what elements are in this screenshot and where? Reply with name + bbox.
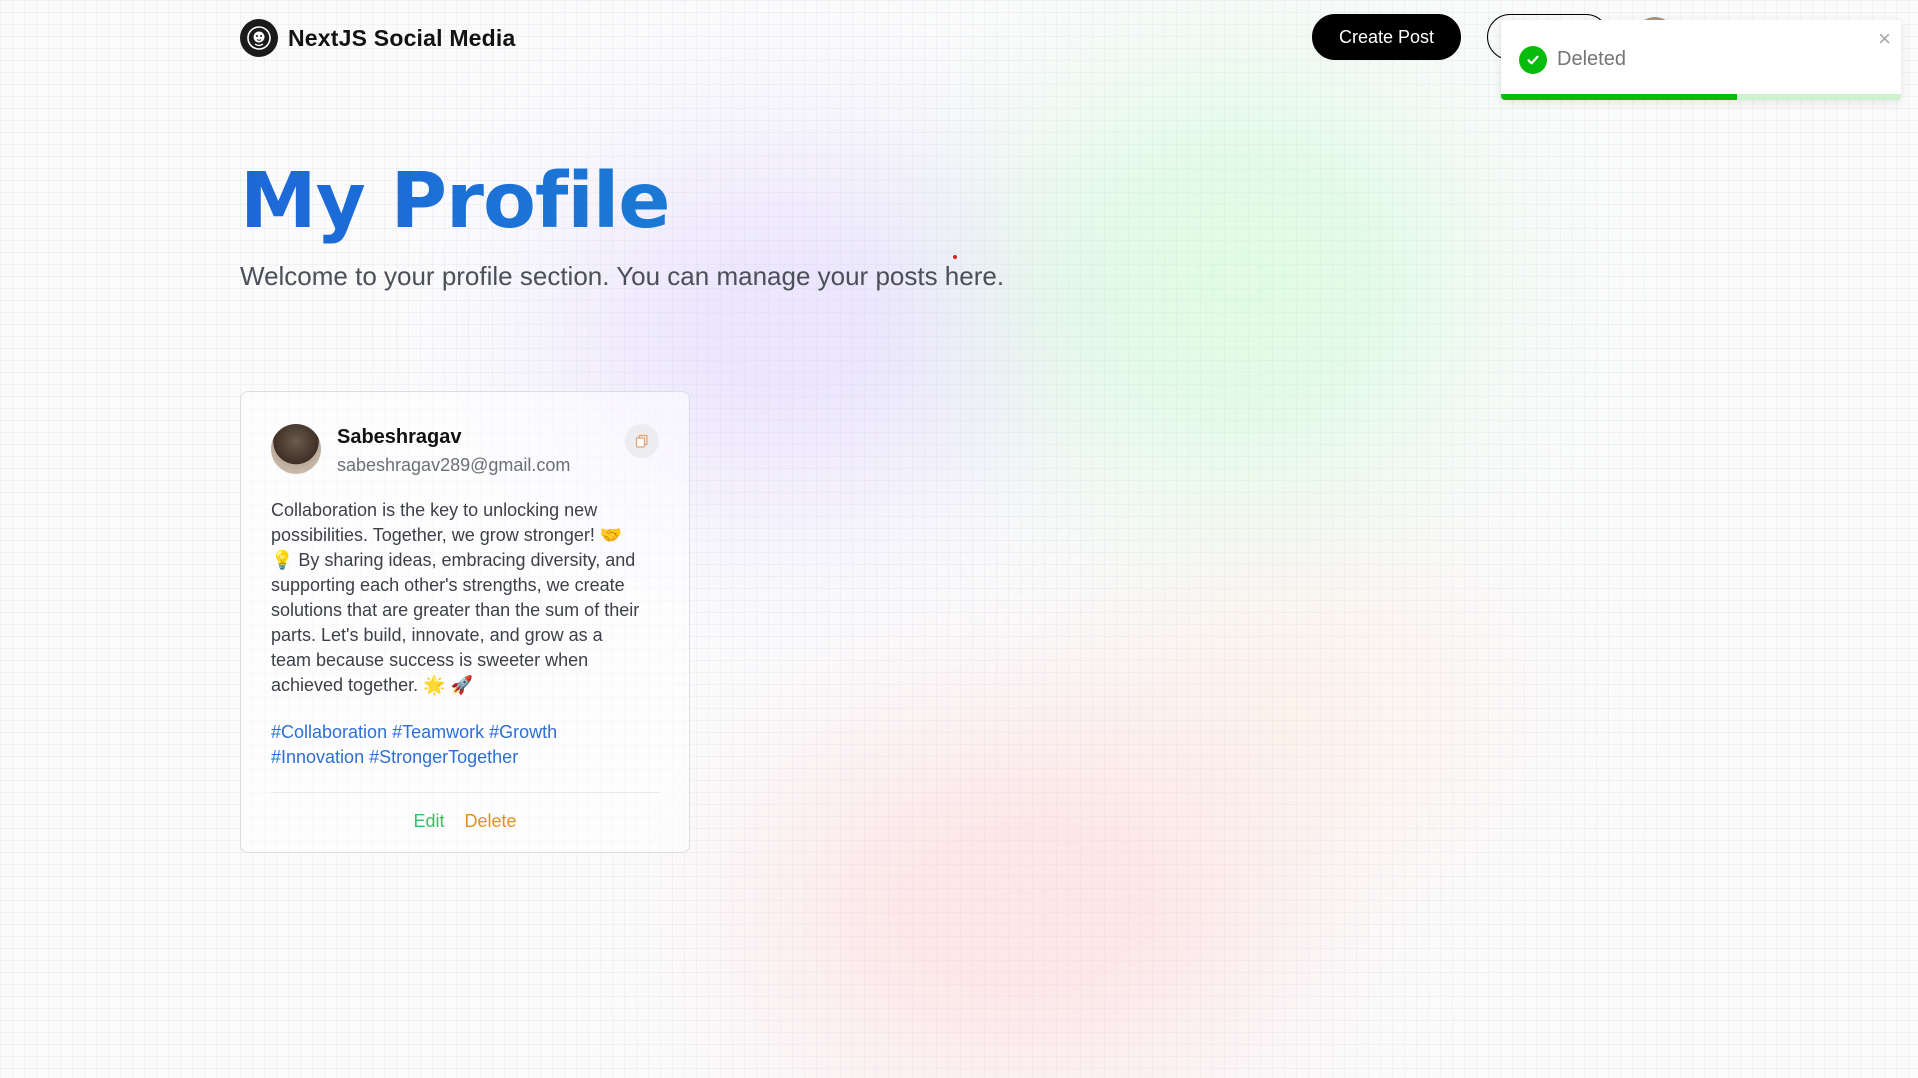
brand-name: NextJS Social Media [288,24,516,51]
post-tag[interactable]: #Collaboration [271,722,387,742]
post-author-email: sabeshragav289@gmail.com [337,455,571,475]
toast-notification: Deleted × [1501,20,1901,100]
toast-message: Deleted [1557,48,1626,70]
check-circle-icon [1519,46,1547,74]
brand-logo-link[interactable]: NextJS Social Media [240,19,516,57]
edit-post-button[interactable]: Edit [413,811,444,832]
lion-logo-icon [240,19,278,57]
close-icon[interactable]: × [1878,28,1891,50]
post-card-header: Sabeshragav sabeshragav289@gmail.com [271,424,659,476]
delete-post-button[interactable]: Delete [465,811,517,832]
toast-progress-bar [1501,94,1737,100]
copy-icon [635,434,648,448]
post-author-avatar[interactable] [271,424,321,474]
post-tag[interactable]: #StrongerTogether [369,747,518,767]
post-tag[interactable]: #Teamwork [392,722,484,742]
post-tag[interactable]: #Innovation [271,747,364,767]
profile-hero: My Profile Welcome to your profile secti… [240,159,1005,292]
cursor-dot [953,255,957,259]
create-post-button[interactable]: Create Post [1312,14,1462,60]
page-subtitle: Welcome to your profile section. You can… [240,260,1005,291]
page-title: My Profile [240,159,1004,245]
post-author-info: Sabeshragav sabeshragav289@gmail.com [337,426,570,476]
copy-button[interactable] [625,424,659,458]
post-card: Sabeshragav sabeshragav289@gmail.com Col… [240,391,690,853]
post-actions: Edit Delete [241,811,689,832]
background-glow-green [1000,60,1480,500]
post-card-divider [271,792,659,793]
post-body: Collaboration is the key to unlocking ne… [271,500,640,695]
background-glow-peach [1120,560,1480,860]
post-author-name: Sabeshragav [337,426,462,448]
post-tags: #Collaboration #Teamwork #Growth #Innova… [271,720,651,770]
post-tag[interactable]: #Growth [489,722,557,742]
